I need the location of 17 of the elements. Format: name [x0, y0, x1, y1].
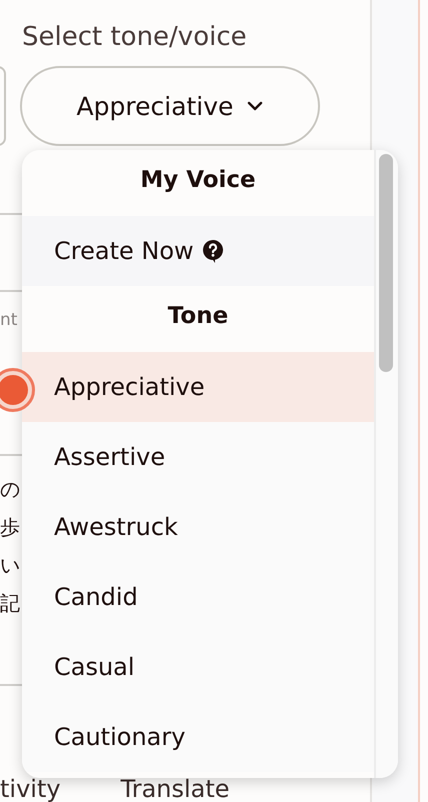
column-header: nt	[0, 309, 18, 332]
section-header: My Voice	[139, 166, 257, 195]
chevron-down-icon	[247, 101, 264, 111]
help-icon[interactable]	[202, 239, 224, 263]
text-line: い	[0, 552, 21, 579]
text-line: 記	[0, 590, 21, 617]
text-line: 歩	[0, 514, 21, 541]
scrollbar-thumb[interactable]	[379, 154, 393, 372]
bottom-tab[interactable]: Translate	[120, 776, 230, 802]
bottom-tab[interactable]: tivity	[0, 776, 61, 802]
field-label: Select tone/voice	[22, 22, 248, 54]
section-header: Tone	[166, 302, 230, 331]
tone-select[interactable]: Appreciative	[20, 66, 320, 146]
text-line: の	[0, 476, 21, 503]
menu-item[interactable]: Create Now	[22, 216, 374, 286]
pill-button-edge[interactable]	[0, 66, 6, 146]
menu-item[interactable]: Appreciative	[22, 352, 374, 422]
